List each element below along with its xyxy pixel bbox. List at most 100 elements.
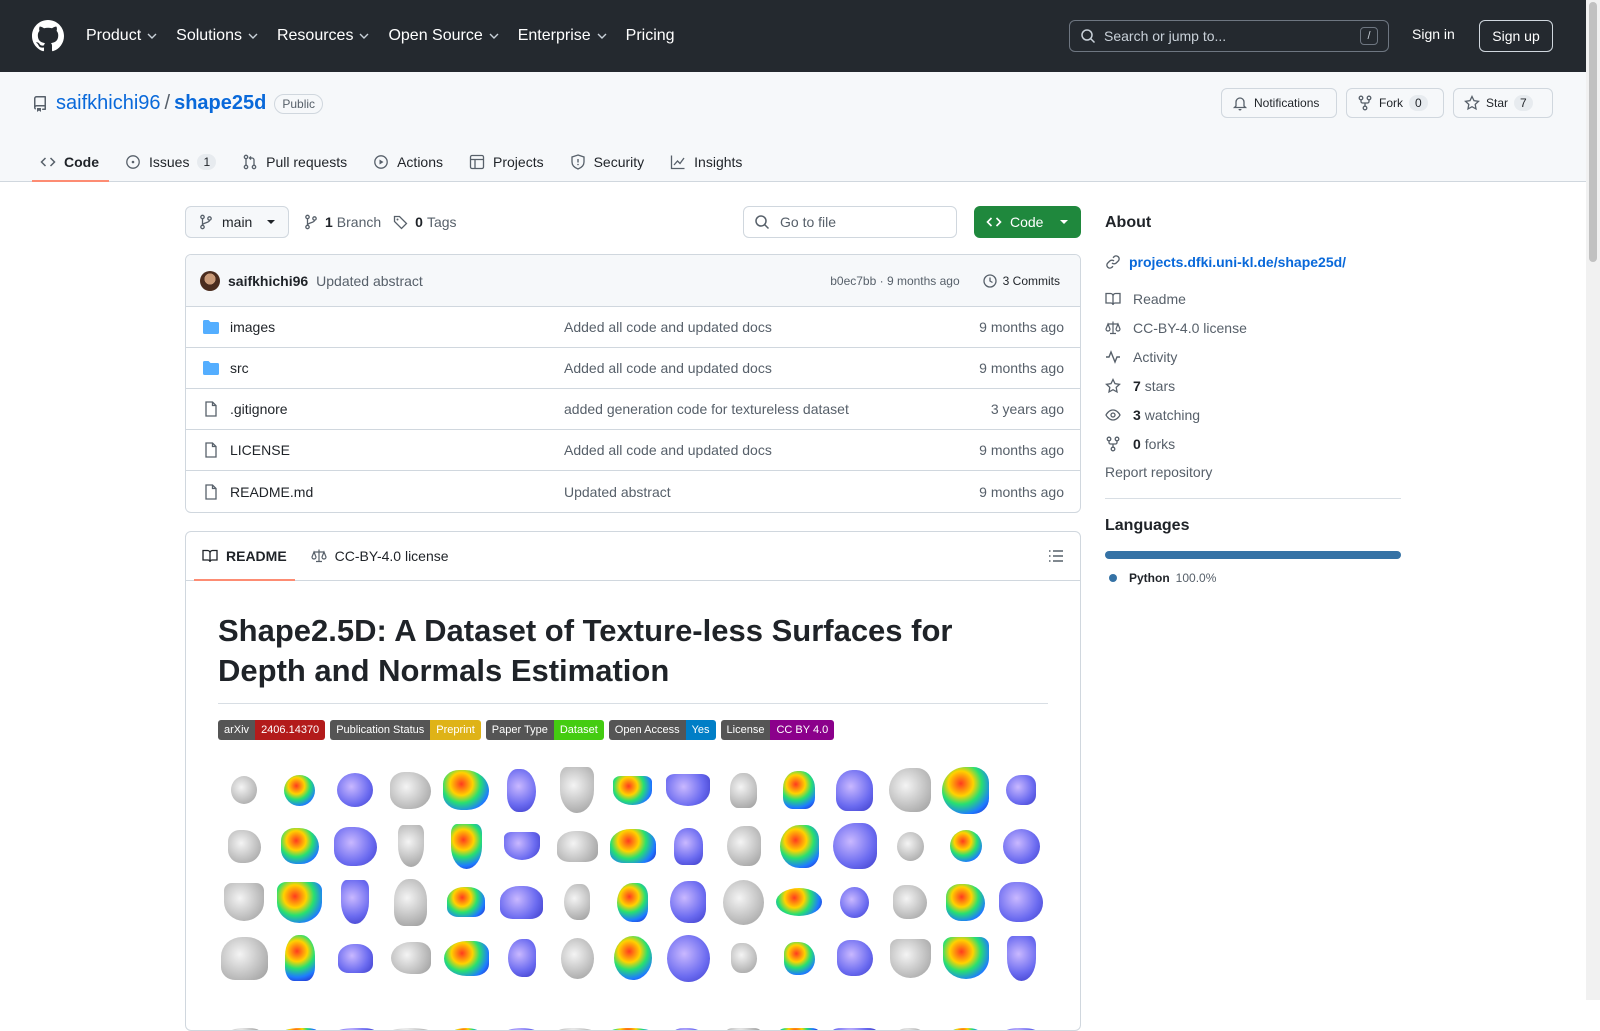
commit-hash-time[interactable]: b0ec7bb · 9 months ago [830,274,959,288]
activity-link[interactable]: Activity [1105,348,1401,365]
github-logo-icon[interactable] [32,20,64,52]
branch-word[interactable]: Branch [337,214,381,230]
sign-in-link[interactable]: Sign in [1412,26,1455,42]
file-commit-message-link[interactable]: added generation code for textureless da… [564,401,849,417]
dataset-thumbnail [496,820,548,872]
shield-badge[interactable]: arXiv 2406.14370 [218,720,326,740]
file-row[interactable]: src Added all code and updated docs 9 mont… [186,348,1080,389]
shape-render [726,826,761,866]
shape-render [337,773,373,807]
tab-code[interactable]: Code [32,142,109,182]
tab-readme[interactable]: README [194,532,295,581]
search-input[interactable]: Search or jump to... / [1069,20,1389,52]
tag-word[interactable]: Tags [427,214,457,230]
visibility-badge: Public [274,93,324,114]
file-commit-message-link[interactable]: Added all code and updated docs [564,442,772,458]
shape-render [556,830,598,862]
stars-link[interactable]: 7 stars [1105,377,1401,394]
nav-item-solutions[interactable]: Solutions [176,27,259,45]
watching-link[interactable]: 3 watching [1105,406,1401,423]
file-commit-message-link[interactable]: Added all code and updated docs [564,319,772,335]
nav-item-resources[interactable]: Resources [277,27,370,45]
shape-render [723,879,764,925]
report-repository-link[interactable]: Report repository [1105,464,1401,480]
shape-render [227,829,261,863]
language-name: Python [1129,571,1170,585]
go-to-file-input[interactable]: Go to file [743,206,957,238]
star-icon [1464,95,1480,111]
file-name-link[interactable]: LICENSE [230,442,564,458]
branch-selector-button[interactable]: main [185,206,289,238]
code-icon [986,217,1002,227]
tab-label: Issues [149,154,190,170]
license-link[interactable]: CC-BY-4.0 license [1105,319,1401,336]
language-item-python[interactable]: Python 100.0% [1105,571,1401,585]
file-row[interactable]: .gitignore added generation code for text… [186,389,1080,430]
nav-item-enterprise[interactable]: Enterprise [518,27,608,45]
tab-actions[interactable]: Actions [365,142,453,182]
dataset-thumbnail [940,876,992,928]
shape-render [333,826,377,866]
scrollbar-thumb[interactable] [1589,2,1597,262]
shape-render [560,937,594,979]
shape-render [560,767,594,813]
file-name-link[interactable]: src [230,360,564,376]
code-dropdown-button[interactable]: Code [974,206,1081,238]
dataset-thumbnail [995,820,1047,872]
shape-render [443,940,489,976]
link-icon [1106,255,1120,269]
file-name-link[interactable]: README.md [230,484,564,500]
repo-name-link[interactable]: shape25d [174,92,266,115]
avatar[interactable] [200,270,220,291]
file-row[interactable]: LICENSE Added all code and updated docs 9 … [186,430,1080,471]
shield-badge[interactable]: Publication Status Preprint [330,720,481,740]
dataset-thumbnail [829,876,881,928]
dataset-thumbnail [496,764,548,816]
branch-count[interactable]: 1 [325,214,333,230]
shield-badge[interactable]: Paper Type Dataset [485,720,604,740]
fork-icon [1358,95,1372,111]
dataset-thumbnail [329,820,381,872]
tab-issues[interactable]: Issues 1 [117,142,226,182]
tag-count[interactable]: 0 [415,214,423,230]
fork-button[interactable]: Fork 0 [1346,88,1444,118]
file-row[interactable]: README.md Updated abstract 9 months ago [186,471,1080,512]
file-name-link[interactable]: images [230,319,564,335]
tab-label: Pull requests [266,154,348,170]
tab-pull-requests[interactable]: Pull requests [234,142,357,182]
tab-insights[interactable]: Insights [662,142,752,182]
file-commit-message-link[interactable]: Updated abstract [564,484,671,500]
website-link[interactable]: projects.dfki.uni-kl.de/shape25d/ [1105,254,1401,270]
shield-badge[interactable]: License CC BY 4.0 [720,720,835,740]
shape-render [503,832,540,860]
nav-item-product[interactable]: Product [86,27,158,45]
nav-item-pricing[interactable]: Pricing [626,27,675,45]
star-button[interactable]: Star 7 [1453,88,1553,118]
file-row[interactable]: images Added all code and updated docs 9 m… [186,307,1080,348]
notifications-button[interactable]: Notifications [1221,88,1337,118]
tab-security[interactable]: Security [562,142,655,182]
table-of-contents-icon[interactable] [1048,548,1064,564]
repo-owner-link[interactable]: saifkhichi96 [56,92,161,115]
tab-label: Projects [493,154,544,170]
commit-message-link[interactable]: Updated abstract [316,273,423,289]
dataset-thumbnail [995,988,1047,1030]
commits-history-link[interactable]: 3 Commits [976,269,1066,293]
nav-item-label: Open Source [388,27,483,44]
pull-request-icon [243,154,257,170]
tab-license[interactable]: CC-BY-4.0 license [303,532,457,581]
tab-projects[interactable]: Projects [461,142,554,182]
sign-up-button[interactable]: Sign up [1479,20,1553,52]
file-commit-message-link[interactable]: Added all code and updated docs [564,360,772,376]
file-name-link[interactable]: .gitignore [230,401,564,417]
main-nav: Product Solutions Resources Open Source Ente… [86,27,693,45]
issue-icon [126,155,140,169]
shield-badge[interactable]: Open Access Yes [608,720,716,740]
nav-item-open-source[interactable]: Open Source [388,27,499,45]
branch-icon [200,214,212,230]
commit-author-link[interactable]: saifkhichi96 [228,273,308,289]
forks-link[interactable]: 0 forks [1105,435,1401,452]
readme-link[interactable]: Readme [1105,290,1401,307]
language-percent: 100.0% [1175,571,1217,585]
sidebar-divider [1105,498,1401,499]
